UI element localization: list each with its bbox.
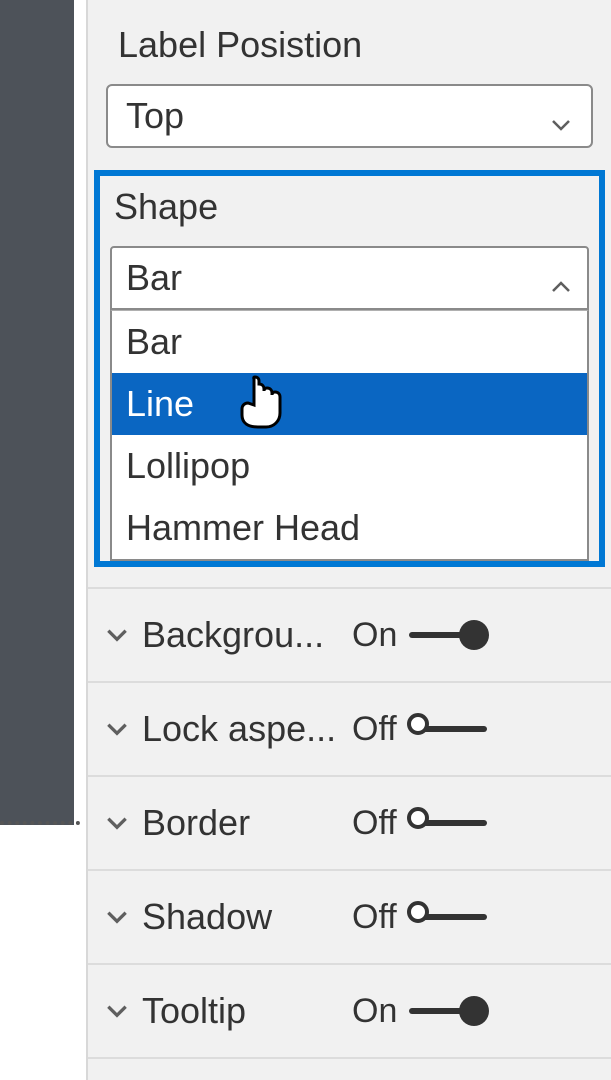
- format-row-name: Border: [142, 802, 352, 844]
- canvas-left-strip: [0, 0, 86, 1080]
- shape-select[interactable]: Bar: [110, 246, 589, 310]
- label-position-select[interactable]: Top: [106, 84, 593, 148]
- chevron-down-icon: [100, 810, 134, 836]
- chevron-up-icon: [549, 266, 573, 290]
- format-row-name: Tooltip: [142, 990, 352, 1032]
- format-row-state: Off: [352, 804, 397, 843]
- format-panel: Label Posistion Top Shape Bar Bar Line: [86, 0, 611, 1080]
- format-row[interactable]: Lock aspe...Off: [88, 683, 611, 777]
- format-row-name: Shadow: [142, 896, 352, 938]
- format-row[interactable]: ShadowOff: [88, 871, 611, 965]
- shape-option-lollipop[interactable]: Lollipop: [112, 435, 587, 497]
- shape-option-line-label: Line: [126, 383, 194, 424]
- chevron-down-icon: [100, 622, 134, 648]
- format-row-name: Backgrou...: [142, 614, 352, 656]
- format-row[interactable]: TooltipOn: [88, 965, 611, 1059]
- format-row-state: Off: [352, 898, 397, 937]
- shape-label: Shape: [114, 186, 589, 228]
- chevron-down-icon: [100, 904, 134, 930]
- format-row[interactable]: Visual he...On: [88, 1059, 611, 1080]
- canvas-blank-region: [0, 827, 86, 1080]
- format-row-name: Lock aspe...: [142, 708, 352, 750]
- toggle-switch[interactable]: [409, 811, 487, 835]
- shape-option-bar[interactable]: Bar: [112, 311, 587, 373]
- label-position-group: Label Posistion Top: [88, 24, 611, 170]
- format-row-state: On: [352, 616, 397, 655]
- shape-value: Bar: [126, 257, 182, 299]
- format-row-state: On: [352, 992, 397, 1031]
- chevron-down-icon: [100, 998, 134, 1024]
- toggle-switch[interactable]: [409, 999, 487, 1023]
- chevron-down-icon: [100, 716, 134, 742]
- canvas-dark-region: [0, 0, 86, 825]
- toggle-switch[interactable]: [409, 623, 487, 647]
- shape-option-hammer-head[interactable]: Hammer Head: [112, 497, 587, 559]
- shape-options: Bar Line Lollipop Hammer Head: [110, 310, 589, 561]
- shape-group-highlighted: Shape Bar Bar Line Lollipop Hammer Head: [94, 170, 605, 567]
- label-position-label: Label Posistion: [118, 24, 593, 66]
- pointer-cursor-icon: [234, 373, 284, 429]
- chevron-down-icon: [549, 104, 573, 128]
- shape-option-line[interactable]: Line: [112, 373, 587, 435]
- format-row[interactable]: BorderOff: [88, 777, 611, 871]
- toggle-switch[interactable]: [409, 717, 487, 741]
- format-row-state: Off: [352, 710, 397, 749]
- format-rows: Backgrou...OnLock aspe...OffBorderOffSha…: [88, 587, 611, 1080]
- format-row[interactable]: Backgrou...On: [88, 589, 611, 683]
- toggle-switch[interactable]: [409, 905, 487, 929]
- label-position-value: Top: [126, 95, 184, 137]
